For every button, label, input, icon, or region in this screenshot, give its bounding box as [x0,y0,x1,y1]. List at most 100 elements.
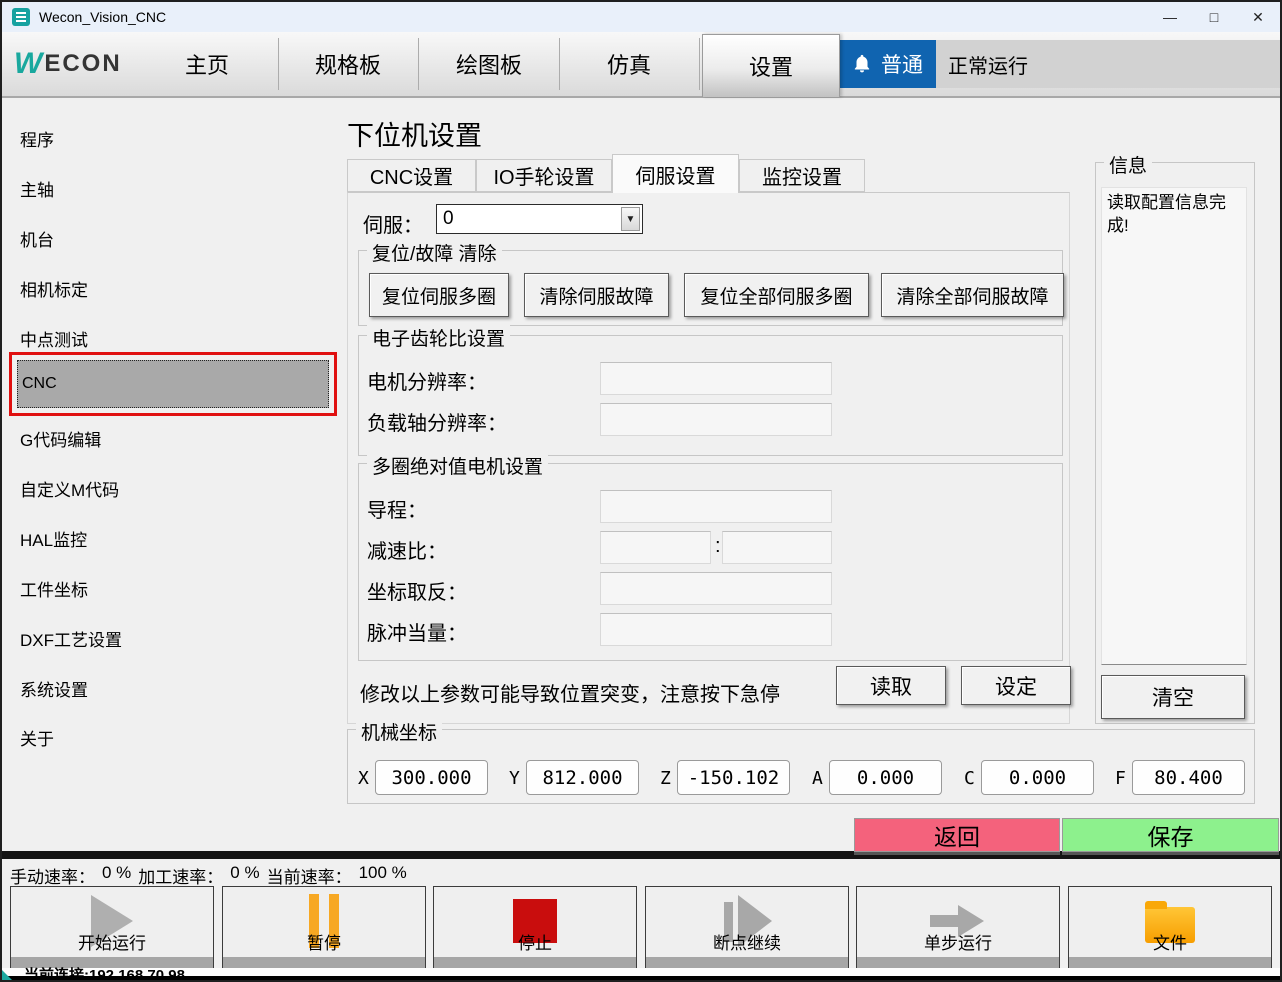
tab-servo-settings[interactable]: 伺服设置 [612,154,739,193]
single-step-button[interactable]: 单步运行 [856,886,1060,970]
current-rate-value: 100 % [359,863,407,888]
navbar: W ECON 主页 规格板 绘图板 仿真 设置 普通 正常运行 [2,32,1280,98]
load-axis-resolution-label: 负载轴分辨率： [367,407,507,436]
save-button[interactable]: 保存 [1062,818,1279,852]
pulse-equivalent-input[interactable] [600,613,832,646]
sidebar-item-about[interactable]: 关于 [20,725,54,750]
servo-settings-panel: 伺服： 0 ▼ 复位/故障 清除 复位伺服多圈 清除伺服故障 复位全部伺服多圈 … [347,192,1070,724]
resume-breakpoint-button[interactable]: 断点继续 [645,886,849,970]
alarm-badge[interactable]: 普通 [838,40,936,88]
pause-button[interactable]: 暂停 [222,886,426,970]
sidebar-item-work-coords[interactable]: 工件坐标 [20,576,88,601]
nav-item-home[interactable]: 主页 [152,32,262,96]
clear-info-button[interactable]: 清空 [1101,675,1245,719]
minimize-button[interactable]: — [1148,2,1192,32]
pause-label: 暂停 [223,929,425,954]
reduction-ratio-label: 减速比： [367,535,447,564]
file-label: 文件 [1069,929,1271,954]
nav-item-simulation[interactable]: 仿真 [574,32,684,96]
sidebar-item-hal-monitor[interactable]: HAL监控 [20,526,87,551]
speed-rates: 手动速率： 0 % 加工速率： 0 % 当前速率： 100 % [10,863,407,888]
sidebar-item-system-settings[interactable]: 系统设置 [20,676,88,701]
servo-label: 伺服： [363,209,423,238]
tab-monitor-settings[interactable]: 监控设置 [739,159,865,192]
nav-item-draw-board[interactable]: 绘图板 [434,32,544,96]
tab-io-handwheel-settings[interactable]: IO手轮设置 [476,159,612,192]
start-run-button[interactable]: 开始运行 [10,886,214,970]
wecon-logo: W ECON [14,32,122,96]
page-title: 下位机设置 [347,114,482,153]
manual-rate-label: 手动速率： [10,863,95,888]
coord-invert-label: 坐标取反： [367,576,467,605]
sidebar-item-dxf-process[interactable]: DXF工艺设置 [20,626,122,651]
lead-input[interactable] [600,490,832,523]
resume-breakpoint-label: 断点继续 [646,929,848,954]
motor-resolution-label: 电机分辨率： [367,366,487,395]
tab-cnc-settings[interactable]: CNC设置 [347,159,476,192]
run-status-strip: 正常运行 [936,40,1280,88]
pulse-equivalent-label: 脉冲当量： [367,617,467,646]
info-panel-title: 信息 [1104,151,1152,178]
set-button[interactable]: 设定 [961,666,1071,705]
ratio-separator: : [715,535,721,558]
read-button[interactable]: 读取 [836,666,946,705]
abs-motor-group: 多圈绝对值电机设置 导程： 减速比： : 坐标取反： 脉冲当量： [358,463,1063,661]
sidebar-item-camera-calib[interactable]: 相机标定 [20,276,88,301]
axis-a-value: 0.000 [829,760,942,795]
servo-select[interactable]: 0 ▼ [436,204,643,234]
reduction-ratio-input-2[interactable] [722,531,832,564]
sidebar-item-machine[interactable]: 机台 [20,226,54,251]
gear-ratio-group-title: 电子齿轮比设置 [367,324,510,351]
nav-separator [278,38,279,90]
servo-select-value: 0 [443,208,454,230]
axis-z-label: Z [660,768,671,789]
logo-w-mark: W [14,47,42,81]
connection-status: 当前连接:192.168.70.98 [24,964,185,982]
nav-item-spec-board[interactable]: 规格板 [293,32,403,96]
motor-resolution-input[interactable] [600,362,832,395]
clear-servo-fault-button[interactable]: 清除伺服故障 [524,273,669,317]
sidebar-item-program[interactable]: 程序 [20,126,54,151]
sidebar-item-gcode-edit[interactable]: G代码编辑 [20,426,101,451]
stop-label: 停止 [434,929,636,954]
axis-x-value: 300.000 [375,760,488,795]
manual-rate-value: 0 % [102,863,131,888]
alarm-label: 普通 [881,49,923,79]
process-rate-label: 加工速率： [138,863,223,888]
file-button[interactable]: 文件 [1068,886,1272,970]
abs-motor-group-title: 多圈绝对值电机设置 [367,452,548,479]
nav-separator [699,38,700,90]
logo-text: ECON [44,50,121,78]
reduction-ratio-input-1[interactable] [600,531,711,564]
axis-f-label: F [1115,768,1126,789]
clear-all-servo-fault-button[interactable]: 清除全部伺服故障 [881,273,1064,317]
reset-all-servo-multiturn-button[interactable]: 复位全部伺服多圈 [684,273,869,317]
info-message-box: 读取配置信息完成! [1101,187,1247,665]
reset-fault-group: 复位/故障 清除 复位伺服多圈 清除伺服故障 复位全部伺服多圈 清除全部伺服故障 [358,250,1063,326]
axis-f-value: 80.400 [1132,760,1245,795]
close-button[interactable]: ✕ [1236,2,1280,32]
start-run-label: 开始运行 [11,929,213,954]
machine-coords-title: 机械坐标 [356,718,442,745]
sidebar-item-midpoint-test[interactable]: 中点测试 [20,326,88,351]
sidebar-item-spindle[interactable]: 主轴 [20,176,54,201]
process-rate-value: 0 % [230,863,259,888]
nav-separator [418,38,419,90]
nav-separator [559,38,560,90]
nav-item-settings[interactable]: 设置 [702,34,840,97]
sidebar-item-custom-mcode[interactable]: 自定义M代码 [20,476,119,501]
axis-c-value: 0.000 [981,760,1094,795]
app-window: Wecon_Vision_CNC — □ ✕ W ECON 主页 规格板 绘图板… [0,0,1282,982]
load-axis-resolution-input[interactable] [600,403,832,436]
axis-a-label: A [812,768,823,789]
chevron-down-icon[interactable]: ▼ [621,207,640,231]
app-icon [12,8,30,26]
back-button[interactable]: 返回 [854,818,1060,852]
window-controls: — □ ✕ [1148,2,1280,32]
maximize-button[interactable]: □ [1192,2,1236,32]
sidebar-item-cnc[interactable]: CNC [17,360,329,408]
coord-invert-input[interactable] [600,572,832,605]
reset-servo-multiturn-button[interactable]: 复位伺服多圈 [369,273,509,317]
bell-icon [851,53,873,75]
stop-button[interactable]: 停止 [433,886,637,970]
